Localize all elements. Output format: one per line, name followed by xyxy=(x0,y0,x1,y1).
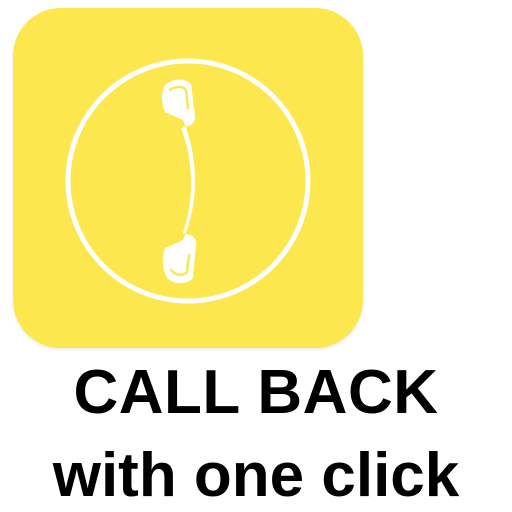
app-icon[interactable] xyxy=(13,8,363,348)
headline: CALL BACK xyxy=(73,358,439,427)
promo-canvas: CALL BACK with one click xyxy=(0,0,512,512)
subheadline: with one click xyxy=(52,441,460,510)
phone-handset-icon xyxy=(65,58,311,304)
